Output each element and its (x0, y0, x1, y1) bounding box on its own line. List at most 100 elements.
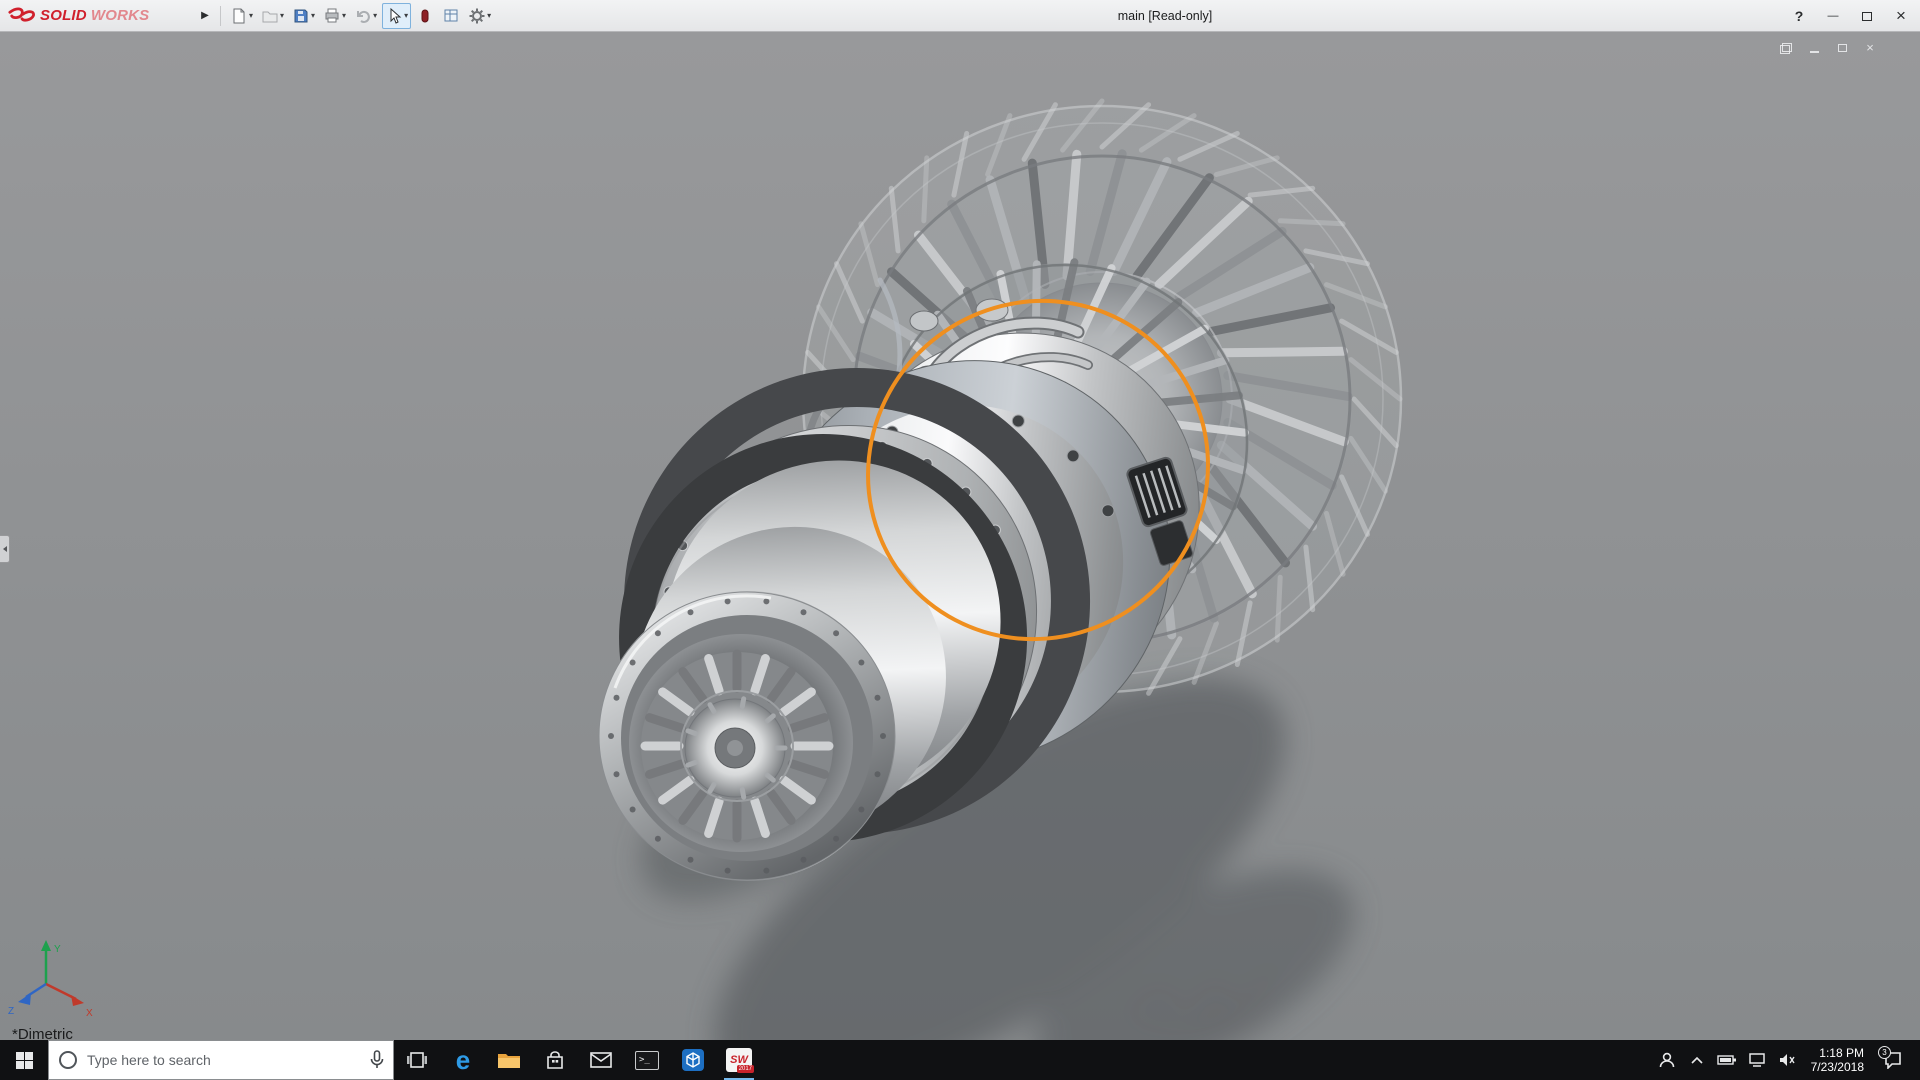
store-icon (545, 1050, 565, 1070)
viewport-3d[interactable]: Y X Z × *Dimetric (0, 32, 1920, 1040)
quick-access-toolbar: ▾ ▾ ▾ (227, 3, 494, 29)
logo-text-works: WORKS (91, 7, 150, 24)
new-document-button[interactable]: ▾ (227, 3, 256, 29)
toolbar-separator (220, 6, 221, 26)
doc-close-button[interactable]: × (1860, 40, 1880, 56)
close-button[interactable]: × (1886, 3, 1916, 29)
print-button[interactable]: ▾ (320, 3, 349, 29)
open-folder-icon (261, 7, 279, 25)
document-window-controls: × (1776, 40, 1880, 56)
volume-button[interactable] (1775, 1040, 1799, 1080)
task-view-button[interactable] (394, 1040, 440, 1080)
doc-minimize-button[interactable] (1804, 40, 1824, 56)
save-button[interactable]: ▾ (289, 3, 318, 29)
left-port (910, 311, 938, 331)
network-button[interactable] (1745, 1040, 1769, 1080)
start-button[interactable] (0, 1040, 48, 1080)
doc-cascade-button[interactable] (1776, 40, 1796, 56)
taskbar-item-mail[interactable] (578, 1040, 624, 1080)
jet-engine-model: Y X Z (0, 32, 1920, 1040)
system-tray: 1:18 PM 7/23/2018 3 (1655, 1040, 1920, 1080)
front-opening (599, 592, 895, 880)
dropdown-caret-icon: ▾ (487, 11, 491, 20)
save-icon (292, 7, 310, 25)
title-bar: SOLIDWORKS ▶ ▾ ▾ (0, 0, 1920, 32)
flyout-arrow-icon: ▶ (201, 10, 209, 21)
tray-overflow-button[interactable] (1685, 1040, 1709, 1080)
notification-badge: 3 (1878, 1046, 1891, 1059)
help-button[interactable]: ? (1784, 3, 1814, 29)
select-tool-button[interactable]: ▾ (382, 3, 411, 29)
x-axis-label: X (86, 1008, 93, 1019)
options-button[interactable]: ▾ (465, 3, 494, 29)
view-orientation-label: *Dimetric (12, 1026, 73, 1040)
battery-button[interactable] (1715, 1040, 1739, 1080)
cascade-windows-icon (1780, 43, 1792, 54)
taskbar: e >_ (0, 1040, 1920, 1080)
undo-button[interactable]: ▾ (351, 3, 380, 29)
people-button[interactable] (1655, 1040, 1679, 1080)
doc-restore-button[interactable] (1832, 40, 1852, 56)
dropdown-caret-icon: ▾ (311, 11, 315, 20)
dropdown-caret-icon: ▾ (280, 11, 284, 20)
collapsed-panel-tab[interactable] (0, 535, 10, 563)
dropdown-caret-icon: ▾ (404, 11, 408, 20)
action-center-button[interactable]: 3 (1876, 1040, 1910, 1080)
close-icon: × (1896, 6, 1906, 26)
maximize-icon (1862, 12, 1872, 21)
battery-icon (1717, 1054, 1737, 1066)
minimize-icon: — (1828, 10, 1839, 22)
new-document-icon (230, 7, 248, 25)
clock-date: 7/23/2018 (1811, 1060, 1864, 1074)
clock-time: 1:18 PM (1819, 1046, 1864, 1060)
chevron-up-icon (1690, 1055, 1704, 1065)
taskbar-search[interactable] (48, 1040, 394, 1080)
solidworks-logo: SOLIDWORKS (0, 6, 196, 26)
undo-icon (354, 7, 372, 25)
taskbar-item-store[interactable] (532, 1040, 578, 1080)
doc-restore-icon (1838, 44, 1847, 52)
sw-year-label: 2017 (737, 1065, 754, 1073)
document-title: main [Read-only] (1118, 0, 1213, 32)
x-axis-arrow-icon (71, 995, 84, 1006)
taskbar-item-terminal[interactable]: >_ (624, 1040, 670, 1080)
taskbar-item-edge[interactable]: e (440, 1040, 486, 1080)
windows-logo-icon (16, 1052, 33, 1069)
microphone-icon[interactable] (369, 1050, 385, 1070)
window-controls: ? — × (1784, 0, 1916, 32)
y-axis-label: Y (54, 944, 61, 955)
select-cursor-icon (385, 7, 403, 25)
y-axis-arrow-icon (41, 940, 51, 951)
mail-icon (590, 1052, 612, 1068)
doc-close-icon: × (1866, 41, 1874, 55)
maximize-button[interactable] (1852, 3, 1882, 29)
solidworks-2017-icon: SW 2017 (726, 1048, 752, 1072)
cad-app-icon (681, 1048, 705, 1072)
search-input[interactable] (79, 1052, 369, 1068)
open-button[interactable]: ▾ (258, 3, 287, 29)
z-axis-label: Z (8, 1006, 14, 1017)
toolbar-flyout-button[interactable]: ▶ (196, 5, 214, 27)
file-explorer-icon (497, 1050, 521, 1070)
dropdown-caret-icon: ▾ (249, 11, 253, 20)
gear-icon (468, 7, 486, 25)
minimize-button[interactable]: — (1818, 3, 1848, 29)
clock[interactable]: 1:18 PM 7/23/2018 (1805, 1040, 1870, 1080)
solidworks-window: SOLIDWORKS ▶ ▾ ▾ (0, 0, 1920, 1080)
taskbar-item-file-explorer[interactable] (486, 1040, 532, 1080)
ds-logo-icon (8, 6, 36, 26)
people-icon (1658, 1051, 1676, 1069)
appearance-button[interactable] (413, 3, 437, 29)
dropdown-caret-icon: ▾ (342, 11, 346, 20)
network-icon (1748, 1053, 1766, 1067)
orientation-triad: Y X Z (8, 940, 93, 1019)
view-settings-button[interactable] (439, 3, 463, 29)
logo-text-solid: SOLID (40, 7, 87, 24)
cortana-icon (57, 1049, 79, 1071)
taskbar-item-solidworks[interactable]: SW 2017 (716, 1040, 762, 1080)
z-axis-arrow-icon (18, 993, 31, 1005)
taskbar-item-cad-tool[interactable] (670, 1040, 716, 1080)
speaker-icon (1778, 1053, 1796, 1067)
edge-icon: e (456, 1047, 470, 1073)
doc-minimize-icon (1810, 51, 1819, 53)
